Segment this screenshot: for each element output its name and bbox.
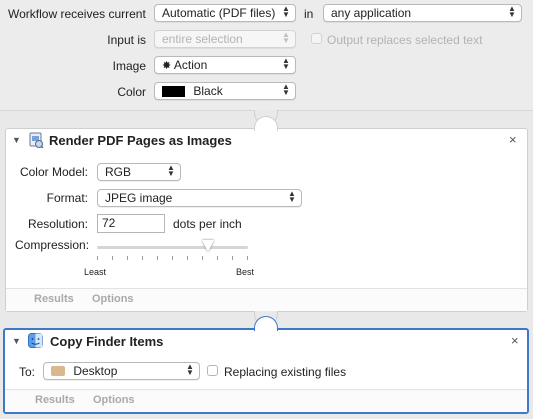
image-popup[interactable]: ✸ Action ▲ ▼ <box>154 56 296 74</box>
render-pdf-action[interactable]: ▼ Render PDF Pages as Images × Color Mod… <box>5 116 528 312</box>
color-value: Black <box>193 84 223 98</box>
replacing-label: Replacing existing files <box>224 365 347 379</box>
compression-least-label: Least <box>84 267 107 277</box>
results-tab[interactable]: Results <box>34 293 74 305</box>
slider-tick <box>187 256 188 260</box>
slider-tick <box>97 256 98 260</box>
action-title-bar: ▼ Copy Finder Items × <box>5 330 527 352</box>
compression-slider-ticks <box>97 256 248 260</box>
image-value: Action <box>173 58 208 72</box>
resolution-unit: dots per inch <box>173 217 242 231</box>
gear-icon: ✸ <box>162 60 172 72</box>
slider-tick <box>232 256 233 260</box>
slider-tick <box>247 256 248 260</box>
popup-arrows-icon: ▲ ▼ <box>288 189 296 204</box>
popup-arrows-icon: ▲ ▼ <box>508 4 516 19</box>
replacing-checkbox[interactable] <box>207 365 218 376</box>
popup-arrows-icon: ▲ ▼ <box>282 56 290 71</box>
output-replaces-label: Output replaces selected text <box>327 33 483 47</box>
in-label: in <box>304 7 314 21</box>
slider-tick <box>217 256 218 260</box>
destination-popup[interactable]: Desktop ▲ ▼ <box>43 362 200 380</box>
disclosure-triangle-icon[interactable]: ▼ <box>12 135 21 145</box>
popup-arrows-icon: ▲ ▼ <box>282 4 290 19</box>
disclosure-triangle-icon[interactable]: ▼ <box>12 336 21 346</box>
slider-tick <box>202 256 203 260</box>
workflow-receives-label: Workflow receives current <box>8 7 146 21</box>
color-label: Color <box>117 85 146 99</box>
application-value: any application <box>331 6 412 20</box>
action-title-bar: ▼ Render PDF Pages as Images × <box>6 129 527 151</box>
options-tab[interactable]: Options <box>92 293 134 305</box>
slider-tick <box>142 256 143 260</box>
action-title: Render PDF Pages as Images <box>49 133 232 148</box>
preview-render-icon <box>28 132 44 149</box>
popup-arrows-icon: ▲ ▼ <box>282 82 290 97</box>
input-is-label: Input is <box>107 33 146 47</box>
desktop-folder-icon <box>51 366 65 376</box>
action-title: Copy Finder Items <box>50 334 164 349</box>
slider-tick <box>157 256 158 260</box>
workflow-header: Workflow receives current Automatic (PDF… <box>0 0 533 111</box>
color-model-value: RGB <box>105 165 132 179</box>
image-label: Image <box>112 59 146 73</box>
color-model-label: Color Model: <box>19 165 88 179</box>
format-popup[interactable]: JPEG image ▲ ▼ <box>97 189 302 207</box>
format-value: JPEG image <box>105 191 173 205</box>
input-is-value: entire selection <box>162 32 243 46</box>
finder-icon <box>28 333 43 348</box>
compression-label: Compression: <box>15 238 90 252</box>
compression-best-label: Best <box>236 267 255 277</box>
slider-tick <box>112 256 113 260</box>
to-label: To: <box>19 365 36 379</box>
workflow-receives-popup[interactable]: Automatic (PDF files) ▲ ▼ <box>154 4 296 22</box>
color-swatch <box>162 86 185 97</box>
compression-slider-track[interactable] <box>97 246 248 249</box>
color-popup[interactable]: Black ▲ ▼ <box>154 82 296 100</box>
workflow-receives-value: Automatic (PDF files) <box>162 6 276 20</box>
application-popup[interactable]: any application ▲ ▼ <box>323 4 522 22</box>
action-footer: Results Options <box>5 389 527 412</box>
slider-tick <box>172 256 173 260</box>
options-tab[interactable]: Options <box>93 394 135 406</box>
destination-value: Desktop <box>73 364 118 378</box>
copy-finder-action[interactable]: ▼ Copy Finder Items × To: Desktop ▲ ▼ Rep… <box>3 316 529 414</box>
popup-arrows-icon: ▲ ▼ <box>282 30 290 45</box>
output-replaces-checkbox[interactable] <box>311 33 322 44</box>
results-tab[interactable]: Results <box>35 394 75 406</box>
close-icon[interactable]: × <box>511 333 519 348</box>
input-is-popup[interactable]: entire selection ▲ ▼ <box>154 30 296 48</box>
compression-slider-knob[interactable] <box>202 240 214 252</box>
format-label: Format: <box>46 191 88 205</box>
action-footer: Results Options <box>6 288 527 311</box>
popup-arrows-icon: ▲ ▼ <box>167 163 175 178</box>
close-icon[interactable]: × <box>509 132 517 147</box>
slider-tick <box>127 256 128 260</box>
resolution-label: Resolution: <box>27 217 88 231</box>
popup-arrows-icon: ▲ ▼ <box>186 362 194 377</box>
resolution-field[interactable]: 72 <box>97 214 165 233</box>
color-model-popup[interactable]: RGB ▲ ▼ <box>97 163 181 181</box>
